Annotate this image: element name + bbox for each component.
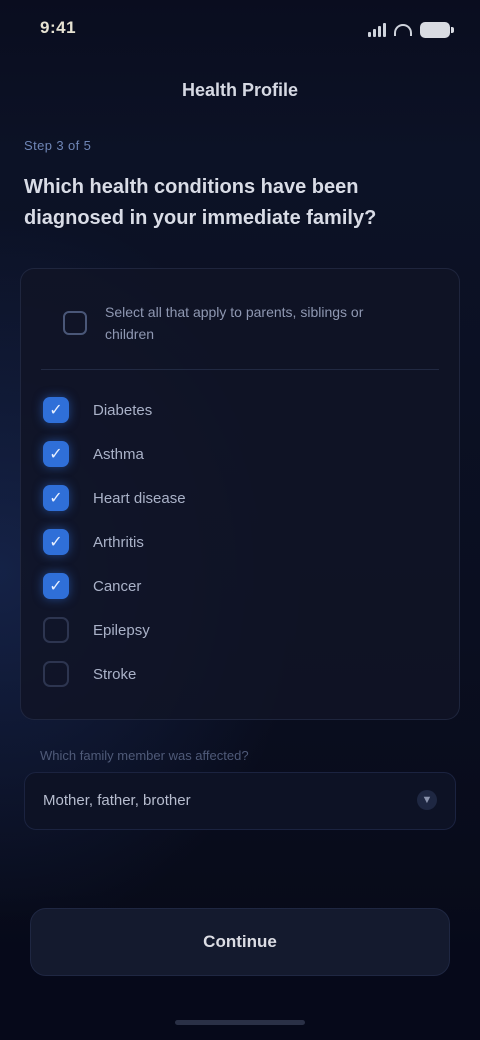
checkmark-icon: ✓ [49, 578, 63, 595]
wifi-icon [394, 24, 412, 36]
status-icons [368, 18, 454, 42]
continue-button[interactable]: Continue [30, 908, 450, 976]
relation-select[interactable]: Mother, father, brother ▼ [24, 772, 456, 830]
relation-select-value: Mother, father, brother [43, 792, 191, 809]
card-header-text: Select all that apply to parents, siblin… [105, 304, 364, 342]
option-label: Diabetes [93, 401, 153, 419]
chevron-down-icon[interactable]: ▼ [417, 790, 437, 810]
step-label: Step 3 of 5 [24, 138, 92, 153]
checkbox[interactable] [43, 661, 69, 687]
option-label: Arthritis [93, 533, 144, 551]
option-item[interactable]: ✓ Arthritis [43, 525, 439, 559]
checkbox[interactable]: ✓ [43, 573, 69, 599]
checkbox[interactable]: ✓ [43, 441, 69, 467]
option-item[interactable]: Stroke [43, 657, 439, 691]
option-item[interactable]: ✓ Diabetes [43, 393, 439, 427]
checkmark-icon: ✓ [49, 534, 63, 551]
option-label: Cancer [93, 577, 142, 595]
option-item[interactable]: ✓ Heart disease [43, 481, 439, 515]
signal-icon [368, 23, 386, 37]
checkbox[interactable]: ✓ [43, 485, 69, 511]
battery-icon [420, 22, 454, 38]
home-indicator[interactable] [175, 1020, 305, 1025]
checkbox[interactable]: ✓ [43, 397, 69, 423]
relation-field-hint: Which family member was affected? [40, 748, 249, 763]
checkbox[interactable] [43, 617, 69, 643]
status-bar: 9:41 [0, 0, 480, 60]
option-item[interactable]: ✓ Cancer [43, 569, 439, 603]
option-label: Stroke [93, 665, 137, 683]
option-label: Epilepsy [93, 621, 150, 639]
options-card: Select all that apply to parents, siblin… [20, 268, 460, 720]
info-icon [63, 311, 87, 335]
checkbox[interactable]: ✓ [43, 529, 69, 555]
nav-header: Health Profile [0, 60, 480, 120]
option-label: Asthma [93, 445, 144, 463]
checkmark-icon: ✓ [49, 446, 63, 463]
checkmark-icon: ✓ [49, 490, 63, 507]
option-item[interactable]: Epilepsy [43, 613, 439, 647]
divider [41, 369, 439, 370]
option-item[interactable]: ✓ Asthma [43, 437, 439, 471]
checkmark-icon: ✓ [49, 402, 63, 419]
page-title: Health Profile [181, 79, 299, 100]
option-label: Heart disease [93, 489, 186, 507]
screen: 9:41 Health Profile Step 3 of 5 Which he… [0, 0, 480, 1040]
card-header: Select all that apply to parents, siblin… [41, 291, 441, 351]
question-heading: Which health conditions have been diagno… [24, 176, 377, 229]
status-time: 9:41 [40, 18, 77, 37]
